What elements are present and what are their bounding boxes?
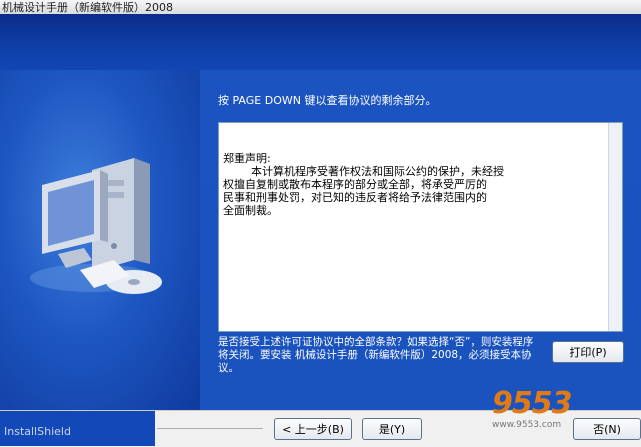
watermark-text: 9553 (492, 386, 572, 421)
left-graphic-panel (0, 70, 200, 410)
window-title: 机械设计手册（新编软件版）2008 (2, 1, 173, 14)
site-watermark: 9553 www.9553.com (492, 386, 614, 430)
footer-brand: InstallShield (4, 425, 71, 438)
header-banner (0, 14, 641, 70)
footer-divider (157, 428, 263, 429)
license-text: 郑重声明: 本计算机程序受著作权法和国际公约的保护，未经授 权擅自复制或散布本程… (223, 152, 504, 217)
license-scrollbar[interactable] (608, 123, 622, 331)
watermark-sub: www.9553.com (492, 420, 562, 430)
computer-illustration (30, 158, 162, 294)
footer-brand-bar: InstallShield (0, 411, 155, 446)
yes-button[interactable]: 是(Y) (362, 418, 422, 440)
back-button[interactable]: < 上一步(B) (274, 418, 352, 440)
license-textbox[interactable]: 郑重声明: 本计算机程序受著作权法和国际公约的保护，未经授 权擅自复制或散布本程… (218, 122, 623, 332)
window-titlebar: 机械设计手册（新编软件版）2008 (0, 0, 641, 14)
print-button[interactable]: 打印(P) (552, 341, 624, 363)
accept-question: 是否接受上述许可证协议中的全部条款？如果选择“否”，则安装程序将关闭。要安装 机… (218, 336, 534, 374)
instruction-text: 按 PAGE DOWN 键以查看协议的剩余部分。 (218, 94, 437, 107)
